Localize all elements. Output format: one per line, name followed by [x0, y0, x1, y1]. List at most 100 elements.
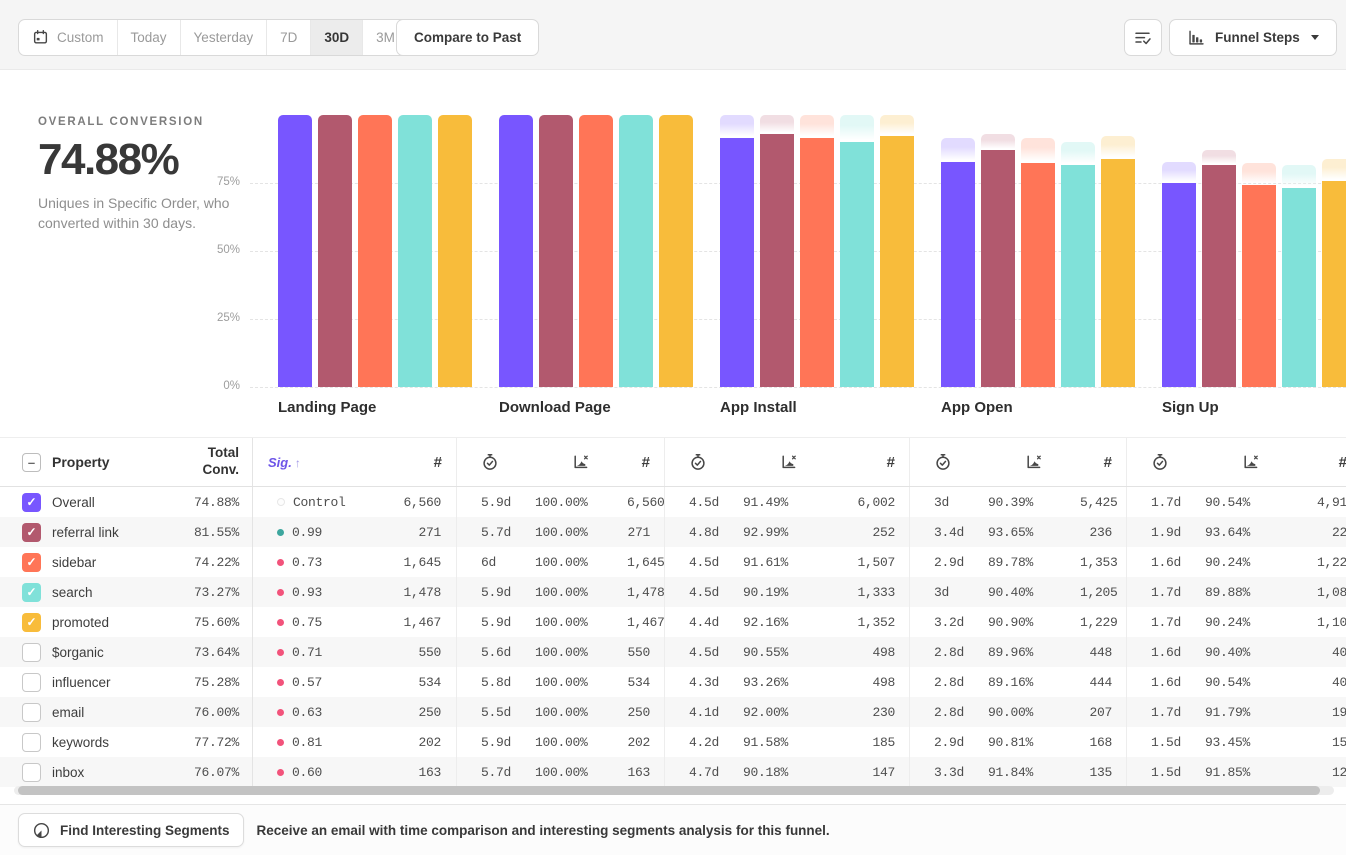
bar-app-install-promoted[interactable] — [880, 115, 914, 387]
compare-to-past-button[interactable]: Compare to Past — [396, 19, 539, 56]
date-range-today[interactable]: Today — [118, 20, 181, 55]
date-range-30d[interactable]: 30D — [311, 20, 363, 55]
time-to-convert-icon[interactable] — [1127, 453, 1205, 471]
cell-landing: 0.71550 — [253, 637, 457, 667]
property-cell-keywords[interactable]: keywords77.72% — [0, 727, 253, 757]
bar-app-install-search[interactable] — [840, 115, 874, 387]
conversion-rate-icon[interactable] — [743, 453, 835, 471]
property-checkbox-referral-link[interactable]: ✓ — [22, 523, 41, 542]
significance-dot — [277, 589, 284, 596]
property-cell-email[interactable]: email76.00% — [0, 697, 253, 727]
time-to-convert-icon[interactable] — [910, 453, 988, 471]
bar-app-open-search[interactable] — [1061, 115, 1095, 387]
property-checkbox-overall[interactable]: ✓ — [22, 493, 41, 512]
conversion-rate-icon[interactable] — [988, 453, 1080, 471]
count-column-header[interactable]: # — [1080, 454, 1126, 471]
bar-sign-up-promoted[interactable] — [1322, 115, 1346, 387]
bar-landing-page-sidebar[interactable] — [358, 115, 392, 387]
count-column-header[interactable]: # — [627, 454, 664, 471]
date-range-7d[interactable]: 7D — [267, 20, 311, 55]
bar-sign-up-overall[interactable] — [1162, 115, 1196, 387]
bar-segment — [499, 115, 533, 387]
property-name: referral link — [52, 525, 119, 540]
bar-app-open-promoted[interactable] — [1101, 115, 1135, 387]
property-total-conversion: 76.00% — [194, 705, 252, 720]
step-count: 1,333 — [835, 585, 909, 600]
bar-app-open-sidebar[interactable] — [1021, 115, 1055, 387]
bar-loss-cap — [1101, 136, 1135, 159]
cell-landing: 0.63250 — [253, 697, 457, 727]
bar-landing-page-referral-link[interactable] — [318, 115, 352, 387]
step-count: 168 — [1080, 735, 1126, 750]
step-count: 230 — [835, 705, 909, 720]
bar-loss-cap — [1202, 150, 1236, 165]
conversion-rate: 90.00% — [988, 705, 1080, 720]
property-cell-overall[interactable]: ✓Overall74.88% — [0, 487, 253, 517]
conversion-rate: 89.78% — [988, 555, 1080, 570]
bar-loss-cap — [941, 138, 975, 162]
find-interesting-segments-button[interactable]: Find Interesting Segments — [18, 813, 244, 847]
property-cell-organic[interactable]: $organic73.64% — [0, 637, 253, 667]
time-to-convert-icon[interactable] — [665, 453, 743, 471]
date-range-yesterday[interactable]: Yesterday — [181, 20, 268, 55]
conversion-rate: 100.00% — [535, 555, 627, 570]
date-range-custom[interactable]: Custom — [19, 20, 118, 55]
conversion-rate-icon[interactable] — [535, 453, 627, 471]
select-all-checkbox[interactable]: – — [22, 453, 41, 472]
step-count: 252 — [835, 525, 909, 540]
time-to-convert: 4.4d — [665, 615, 743, 630]
bar-download-page-sidebar[interactable] — [579, 115, 613, 387]
bar-segment — [318, 115, 352, 387]
bar-app-install-referral-link[interactable] — [760, 115, 794, 387]
property-checkbox-promoted[interactable]: ✓ — [22, 613, 41, 632]
bar-app-open-overall[interactable] — [941, 115, 975, 387]
bar-sign-up-sidebar[interactable] — [1242, 115, 1276, 387]
property-checkbox-search[interactable]: ✓ — [22, 583, 41, 602]
conversion-rate: 90.24% — [1205, 615, 1297, 630]
count-column-header[interactable]: # — [835, 454, 909, 471]
funnel-steps-dropdown[interactable]: Funnel Steps — [1169, 19, 1337, 56]
bar-landing-page-search[interactable] — [398, 115, 432, 387]
property-name: $organic — [52, 645, 104, 660]
count-column-header[interactable]: # — [301, 454, 456, 471]
bar-app-open-referral-link[interactable] — [981, 115, 1015, 387]
horizontal-scrollbar-track[interactable] — [14, 786, 1334, 795]
step-count: 15 — [1297, 735, 1346, 750]
bar-download-page-promoted[interactable] — [659, 115, 693, 387]
property-cell-inbox[interactable]: inbox76.07% — [0, 757, 253, 787]
property-checkbox-keywords[interactable] — [22, 733, 41, 752]
bar-sign-up-referral-link[interactable] — [1202, 115, 1236, 387]
property-cell-influencer[interactable]: influencer75.28% — [0, 667, 253, 697]
cell-landing: 0.751,467 — [253, 607, 457, 637]
bar-download-page-search[interactable] — [619, 115, 653, 387]
property-checkbox-organic[interactable] — [22, 643, 41, 662]
property-cell-search[interactable]: ✓search73.27% — [0, 577, 253, 607]
cell-landing: 0.81202 — [253, 727, 457, 757]
time-to-convert-icon[interactable] — [457, 453, 535, 471]
conversion-rate-icon[interactable] — [1205, 453, 1297, 471]
property-cell-referral-link[interactable]: ✓referral link81.55% — [0, 517, 253, 547]
property-checkbox-inbox[interactable] — [22, 763, 41, 782]
property-checkbox-sidebar[interactable]: ✓ — [22, 553, 41, 572]
bar-sign-up-search[interactable] — [1282, 115, 1316, 387]
sig-sort-header[interactable]: Sig.↑ — [253, 455, 301, 470]
bar-download-page-referral-link[interactable] — [539, 115, 573, 387]
property-cell-sidebar[interactable]: ✓sidebar74.22% — [0, 547, 253, 577]
step-count: 1,10 — [1297, 615, 1346, 630]
conversion-rate: 89.16% — [988, 675, 1080, 690]
count-column-header[interactable]: # — [1297, 454, 1346, 471]
bar-landing-page-overall[interactable] — [278, 115, 312, 387]
property-checkbox-email[interactable] — [22, 703, 41, 722]
bar-app-install-sidebar[interactable] — [800, 115, 834, 387]
bar-app-install-overall[interactable] — [720, 115, 754, 387]
bar-segment — [1162, 183, 1196, 387]
compare-to-past-label: Compare to Past — [414, 30, 521, 45]
table-options-button[interactable] — [1124, 19, 1162, 56]
property-checkbox-influencer[interactable] — [22, 673, 41, 692]
bar-landing-page-promoted[interactable] — [438, 115, 472, 387]
bar-group-app-open — [941, 115, 1135, 387]
bar-download-page-overall[interactable] — [499, 115, 533, 387]
time-to-convert: 1.7d — [1127, 585, 1205, 600]
property-cell-promoted[interactable]: ✓promoted75.60% — [0, 607, 253, 637]
horizontal-scrollbar-thumb[interactable] — [18, 786, 1320, 795]
